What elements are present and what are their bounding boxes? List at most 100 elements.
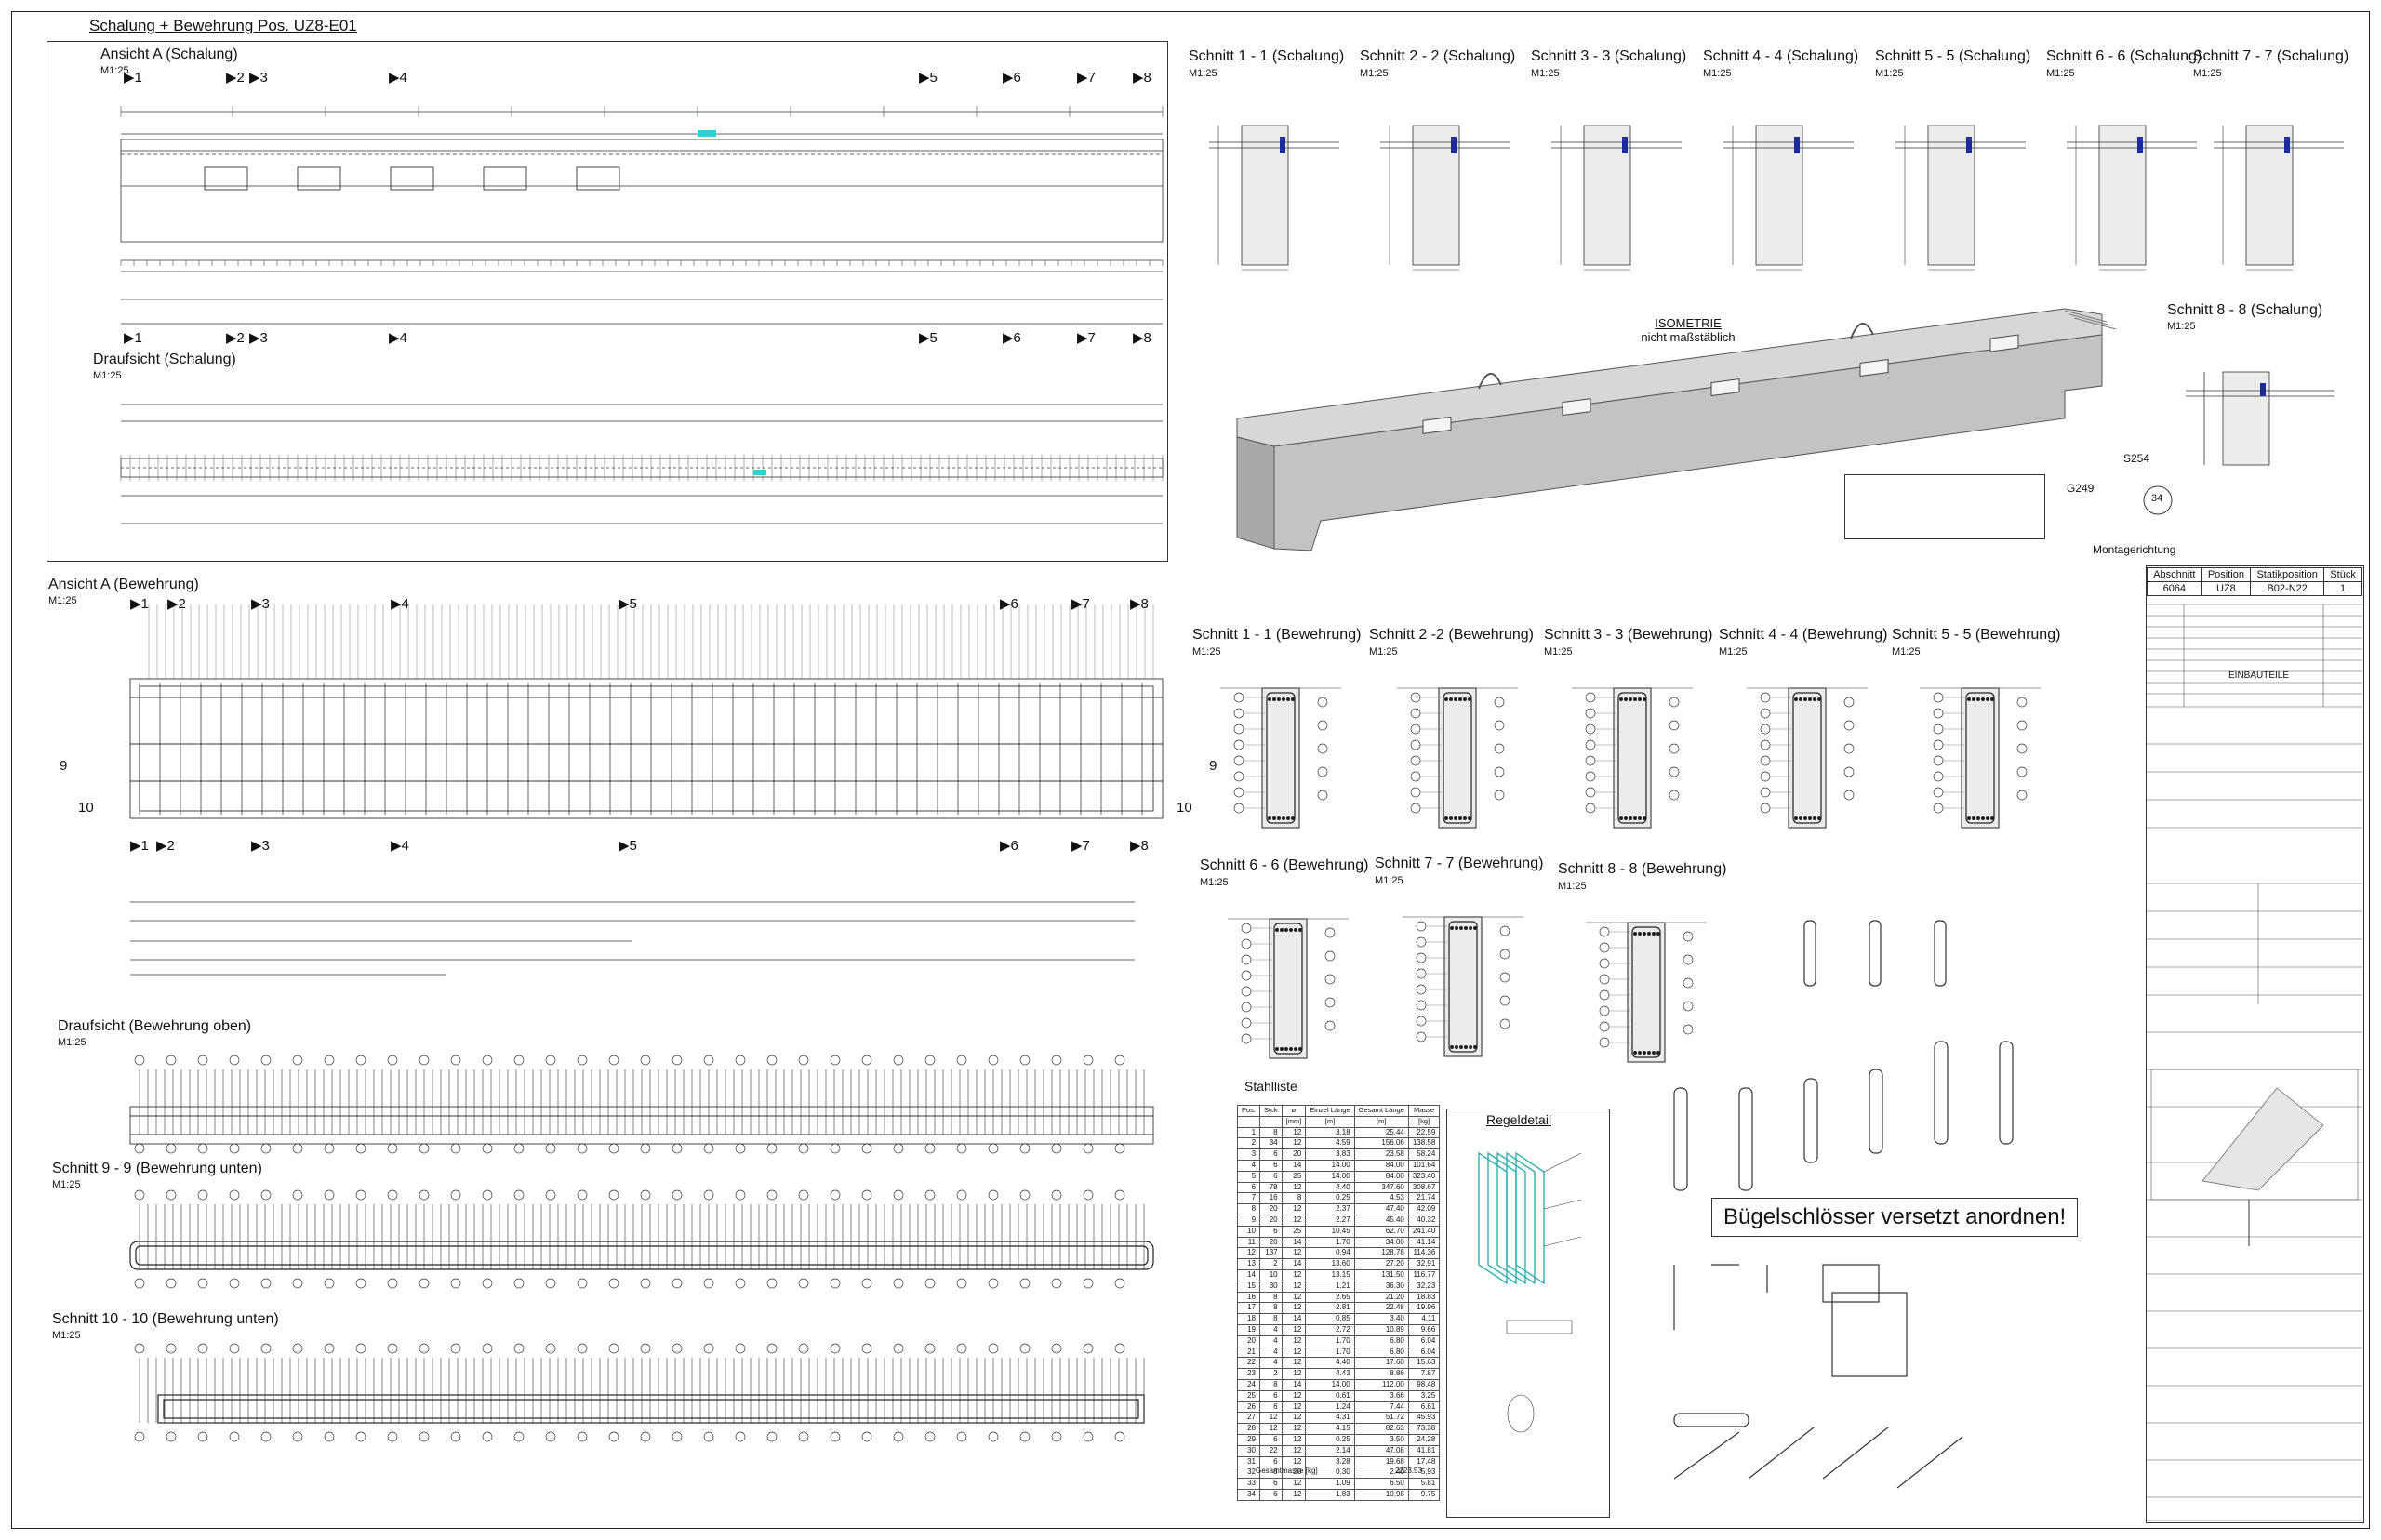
section-marker-5: ▶5 [919, 330, 938, 346]
table-cell: 6.80 [1353, 1346, 1409, 1359]
bewehrung-section-title: Schnitt 6 - 6 (Bewehrung) [1200, 857, 1369, 873]
table-row: 26 6 12 1.24 7.44 6.61 [1236, 1401, 1441, 1414]
table-cell: 14.00 [1305, 1378, 1355, 1391]
table-cell: 36.30 [1353, 1280, 1409, 1293]
iso-label-n: 34 [2151, 493, 2163, 504]
schnitt-9-title: Schnitt 9 - 9 (Bewehrung unten) [52, 1161, 262, 1176]
stahlliste-header-cell: ø [1281, 1105, 1307, 1117]
table-row: 23 2 12 4.43 8.86 7.87 [1236, 1368, 1441, 1380]
table-cell: 128.78 [1353, 1247, 1409, 1260]
table-cell: 12 [1281, 1423, 1307, 1435]
section-marker-2: ▶2 [226, 70, 245, 86]
table-cell: 6.04 [1407, 1334, 1441, 1348]
table-cell: 13.60 [1305, 1258, 1355, 1270]
table-cell: 14 [1236, 1268, 1261, 1281]
table-cell: 4 [1259, 1357, 1283, 1370]
schalung-section-title: Schnitt 1 - 1 (Schalung) [1189, 48, 1345, 64]
table-cell: 2.27 [1305, 1214, 1355, 1227]
ansicht-a-bewehrung-title: Ansicht A (Bewehrung) [48, 577, 199, 592]
table-cell: 4.31 [1305, 1412, 1355, 1425]
table-cell: 21.20 [1353, 1291, 1409, 1304]
table-cell: 84.00 [1353, 1170, 1409, 1183]
stahlliste-header-row: Pos. Stck ø Einzel Länge Gesamt Länge Masse [1236, 1105, 1441, 1117]
table-cell: 12 [1281, 1268, 1307, 1281]
table-cell: 3.66 [1353, 1389, 1409, 1402]
table-cell: 9.75 [1407, 1488, 1441, 1501]
table-cell: 2.65 [1305, 1291, 1355, 1304]
table-cell: 25 [1281, 1225, 1307, 1238]
table-cell: 3.25 [1407, 1389, 1441, 1402]
table-cell: 12 [1281, 1488, 1307, 1501]
table-cell: 42.09 [1407, 1203, 1441, 1215]
section-marker-1: ▶1 [124, 330, 142, 346]
table-cell: 10 [1259, 1268, 1283, 1281]
table-cell: 6 [1259, 1488, 1283, 1501]
table-cell: 12 [1281, 1389, 1307, 1402]
table-cell: 6 [1259, 1148, 1283, 1161]
table-cell: 2.37 [1305, 1203, 1355, 1215]
bewehrung-section-title: Schnitt 7 - 7 (Bewehrung) [1375, 856, 1544, 871]
table-row: 13 2 14 13.60 27.20 32.91 [1236, 1258, 1441, 1270]
table-cell: 12 [1281, 1291, 1307, 1304]
table-cell: 21.74 [1407, 1192, 1441, 1205]
table-cell: 19 [1236, 1323, 1261, 1336]
schalung-section-drawing [1209, 125, 1339, 271]
table-cell: 137 [1259, 1247, 1283, 1260]
table-cell: 12 [1281, 1247, 1307, 1260]
elevation-bewehrung-drawing [129, 604, 1164, 976]
table-cell: 308.67 [1407, 1181, 1441, 1194]
table-cell: 4.11 [1407, 1313, 1441, 1325]
stahlliste-header-cell: Masse [1407, 1105, 1441, 1117]
section-marker-6: ▶6 [1003, 330, 1021, 346]
stahlliste-title: Stahlliste [1244, 1079, 1297, 1094]
schalung-section-scale: M1:25 [1189, 68, 1217, 79]
bewehrung-section-scale: M1:25 [1892, 646, 1921, 657]
table-cell: 112.00 [1353, 1378, 1409, 1391]
table-cell: 10.89 [1353, 1323, 1409, 1336]
table-cell: 14.00 [1305, 1170, 1355, 1183]
side-marker-9-2: 9 [1209, 758, 1217, 774]
table-cell: 1 [1236, 1126, 1261, 1139]
table-cell: 6.61 [1407, 1401, 1441, 1414]
bewehrung-section-scale: M1:25 [1200, 877, 1229, 888]
section-marker-1: ▶1 [124, 70, 142, 86]
table-cell: 12 [1236, 1247, 1261, 1260]
table-row: 10 6 25 10.45 62.70 241.40 [1236, 1225, 1441, 1238]
table-cell: 20 [1259, 1236, 1283, 1249]
table-row: 11 20 14 1.70 34.00 41.14 [1236, 1236, 1441, 1249]
table-cell: 114.36 [1407, 1247, 1441, 1260]
table-cell: 18.83 [1407, 1291, 1441, 1304]
draufsicht-schalung-title: Draufsicht (Schalung) [93, 352, 236, 367]
table-cell: 2.72 [1305, 1323, 1355, 1336]
table-cell: 8 [1259, 1126, 1283, 1139]
table-cell: 6 [1259, 1159, 1283, 1172]
schalung-section-drawing [1551, 125, 1682, 271]
section-marker-8: ▶8 [1133, 70, 1151, 86]
info-header-cell: Abschnitt [2147, 567, 2202, 582]
section-marker-7: ▶7 [1077, 70, 1096, 86]
table-cell: 32.23 [1407, 1280, 1441, 1293]
schalung-section-drawing [1723, 125, 1854, 271]
buegelschloesser-note: Bügelschlösser versetzt anordnen! [1711, 1198, 2079, 1237]
table-cell: 6 [1259, 1225, 1283, 1238]
table-row: 2 34 12 4.59 156.06 138.58 [1236, 1137, 1441, 1150]
table-cell: 15 [1236, 1280, 1261, 1293]
table-cell: 12 [1281, 1334, 1307, 1348]
table-cell: 12 [1281, 1214, 1307, 1227]
table-cell: 1.70 [1305, 1334, 1355, 1348]
table-cell: 2 [1259, 1258, 1283, 1270]
table-cell: 2.81 [1305, 1302, 1355, 1315]
bewehrung-section-scale: M1:25 [1375, 875, 1403, 886]
table-row: 21 4 12 1.70 6.80 6.04 [1236, 1346, 1441, 1359]
table-cell: 12 [1259, 1423, 1283, 1435]
table-cell: 22 [1259, 1444, 1283, 1457]
table-cell: 12 [1281, 1368, 1307, 1380]
table-cell: 1.21 [1305, 1280, 1355, 1293]
table-cell: 84.00 [1353, 1159, 1409, 1172]
table-cell: 6 [1259, 1389, 1283, 1402]
table-row: 3 6 20 3.83 23.58 58.24 [1236, 1148, 1441, 1161]
table-cell: 6 [1259, 1433, 1283, 1446]
bewehrung-section-drawing [1397, 687, 1518, 829]
section-marker-2: ▶2 [226, 330, 245, 346]
bewehrung-section-scale: M1:25 [1719, 646, 1748, 657]
